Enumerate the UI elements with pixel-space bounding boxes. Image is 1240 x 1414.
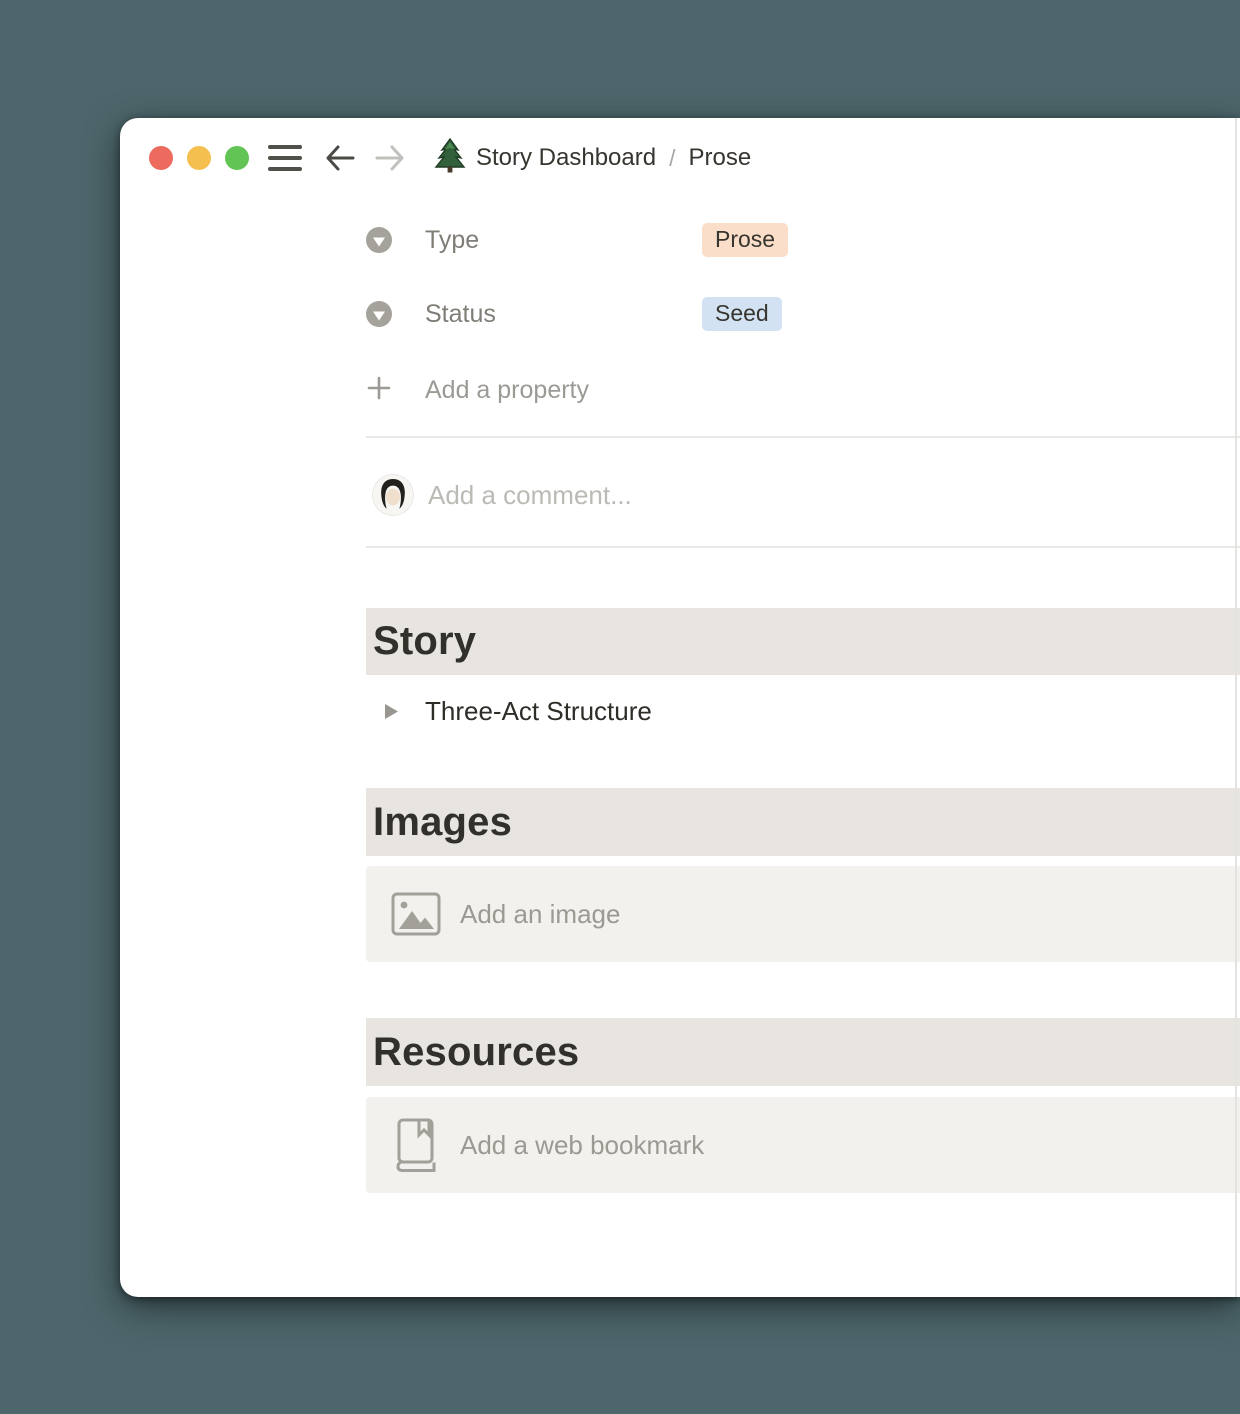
book-bookmark-icon <box>388 1117 444 1173</box>
user-avatar <box>373 475 413 515</box>
heading-images: Images <box>373 799 513 844</box>
heading-resources: Resources <box>373 1029 580 1074</box>
add-web-bookmark-block[interactable]: Add a web bookmark <box>366 1097 1240 1193</box>
section-heading-images: Images <box>366 788 1240 856</box>
add-property-button[interactable]: Add a property <box>366 363 1220 417</box>
close-window-button[interactable] <box>149 146 173 170</box>
image-icon <box>388 892 444 936</box>
property-label[interactable]: Status <box>425 300 496 329</box>
section-heading-resources: Resources <box>366 1018 1240 1086</box>
property-label[interactable]: Type <box>425 226 479 255</box>
section-heading-story: Story <box>366 608 1240 675</box>
plus-icon <box>366 375 392 406</box>
toggle-label: Three-Act Structure <box>425 695 652 726</box>
breadcrumb-current[interactable]: Prose <box>688 144 751 172</box>
zoom-window-button[interactable] <box>225 146 249 170</box>
add-comment-input[interactable] <box>428 479 1220 511</box>
status-badge[interactable]: Seed <box>702 296 782 332</box>
toggle-three-act-structure[interactable]: Three-Act Structure <box>366 690 1220 732</box>
heading-story: Story <box>373 619 477 663</box>
scrollbar-track[interactable] <box>1235 118 1237 1297</box>
evergreen-tree-icon <box>434 137 466 174</box>
divider <box>366 436 1240 438</box>
property-row-status: Status Seed <box>366 287 1220 341</box>
forward-arrow-icon[interactable] <box>372 140 408 176</box>
select-property-icon <box>366 227 392 253</box>
comment-row <box>366 474 1220 516</box>
add-property-label: Add a property <box>425 375 589 404</box>
property-row-type: Type Prose <box>366 213 1220 267</box>
minimize-window-button[interactable] <box>187 146 211 170</box>
property-value-status[interactable]: Seed <box>702 296 782 332</box>
add-web-bookmark-label: Add a web bookmark <box>460 1129 705 1160</box>
breadcrumb: Story Dashboard / Prose <box>476 118 751 198</box>
titlebar: Story Dashboard / Prose <box>120 118 1240 198</box>
select-property-icon <box>366 301 392 327</box>
add-image-label: Add an image <box>460 898 621 929</box>
sidebar-menu-icon[interactable] <box>268 145 302 171</box>
app-window: Story Dashboard / Prose Type Prose Statu… <box>120 118 1240 1297</box>
breadcrumb-parent[interactable]: Story Dashboard <box>476 144 656 172</box>
type-badge[interactable]: Prose <box>702 222 789 258</box>
divider <box>366 546 1240 548</box>
property-value-type[interactable]: Prose <box>702 222 789 258</box>
toggle-right-caret-icon[interactable] <box>379 699 403 723</box>
breadcrumb-separator: / <box>669 144 676 171</box>
add-image-block[interactable]: Add an image <box>366 866 1240 962</box>
back-arrow-icon[interactable] <box>322 140 358 176</box>
